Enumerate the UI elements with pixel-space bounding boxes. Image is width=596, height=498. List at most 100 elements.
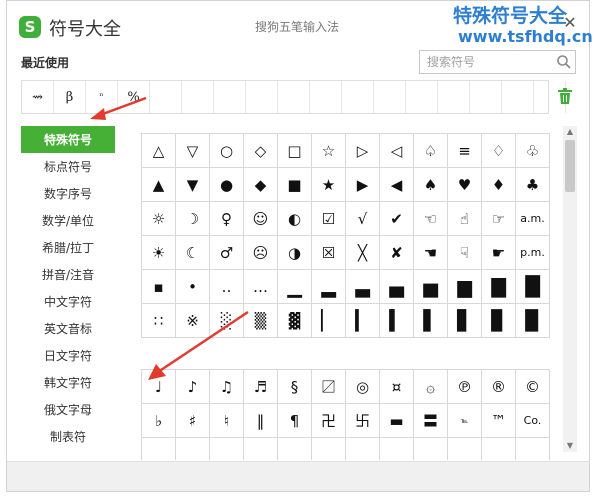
recent-symbol-cell[interactable] [246, 81, 278, 113]
symbol-cell[interactable]: ▲ [142, 168, 176, 202]
symbol-cell[interactable]: p.m. [516, 236, 550, 270]
category-item[interactable]: 制表符 [21, 423, 115, 450]
category-item[interactable]: 数学/单位 [21, 207, 115, 234]
symbol-cell[interactable]: ℗ [448, 370, 482, 404]
symbol-cell[interactable]: ▂ [312, 270, 346, 304]
symbol-cell[interactable]: ☞ [482, 202, 516, 236]
symbol-cell[interactable]: ‥ [210, 270, 244, 304]
symbol-cell[interactable]: □ [278, 134, 312, 168]
symbol-cell[interactable]: ® [482, 370, 516, 404]
symbol-cell[interactable]: ♠ [414, 168, 448, 202]
symbol-cell[interactable] [414, 438, 448, 460]
trash-icon[interactable] [557, 87, 573, 105]
symbol-cell[interactable]: ▅ [414, 270, 448, 304]
symbol-cell[interactable]: ✘ [380, 236, 414, 270]
symbol-cell[interactable]: ◐ [278, 202, 312, 236]
symbol-cell[interactable]: ♮ [210, 404, 244, 438]
symbol-cell[interactable]: ♀ [210, 202, 244, 236]
category-item[interactable]: 拼音/注音 [21, 261, 115, 288]
symbol-cell[interactable]: ☽ [176, 202, 210, 236]
recent-symbol-cell[interactable]: ⇝ [22, 81, 54, 113]
symbol-cell[interactable]: √ [346, 202, 380, 236]
symbol-cell[interactable]: ★ [312, 168, 346, 202]
symbol-cell[interactable]: ▼ [176, 168, 210, 202]
symbol-cell[interactable]: ♥ [448, 168, 482, 202]
symbol-cell[interactable]: ◑ [278, 236, 312, 270]
symbol-cell[interactable]: ♪ [176, 370, 210, 404]
symbol-cell[interactable]: • [176, 270, 210, 304]
symbol-cell[interactable]: ▷ [346, 134, 380, 168]
symbol-cell[interactable]: ○ [210, 134, 244, 168]
symbol-cell[interactable]: ▒ [244, 304, 278, 338]
symbol-cell[interactable] [482, 438, 516, 460]
symbol-cell[interactable]: Co. [516, 404, 550, 438]
symbol-cell[interactable]: © [516, 370, 550, 404]
symbol-cell[interactable]: ♢ [482, 134, 516, 168]
category-item[interactable]: 标点符号 [21, 153, 115, 180]
symbol-cell[interactable]: ♦ [482, 168, 516, 202]
symbol-cell[interactable]: ♭ [142, 404, 176, 438]
symbol-cell[interactable] [516, 438, 550, 460]
symbol-cell[interactable] [244, 438, 278, 460]
symbol-cell[interactable]: ▌ [414, 304, 448, 338]
symbol-cell[interactable]: ▆ [448, 270, 482, 304]
category-item[interactable]: 韩文字符 [21, 369, 115, 396]
symbol-cell[interactable]: ▽ [176, 134, 210, 168]
search-box[interactable] [419, 50, 576, 74]
recent-symbol-cell[interactable] [150, 81, 182, 113]
symbol-cell[interactable]: ♤ [414, 134, 448, 168]
scroll-thumb[interactable] [565, 140, 575, 192]
symbol-cell[interactable]: 卐 [346, 404, 380, 438]
symbol-cell[interactable]: ☛ [482, 236, 516, 270]
symbol-cell[interactable]: ▊ [482, 304, 516, 338]
recent-symbol-cell[interactable] [214, 81, 246, 113]
symbol-cell[interactable]: ∷ [142, 304, 176, 338]
symbol-cell[interactable] [176, 438, 210, 460]
symbol-cell[interactable]: ◆ [244, 168, 278, 202]
symbol-cell[interactable]: ▁ [278, 270, 312, 304]
category-item[interactable]: 数字序号 [21, 180, 115, 207]
symbol-cell[interactable]: ♣ [516, 168, 550, 202]
symbol-cell[interactable]: ☝ [448, 202, 482, 236]
recent-symbol-cell[interactable] [182, 81, 214, 113]
symbol-cell[interactable]: ☚ [414, 236, 448, 270]
category-item[interactable]: 俄文字母 [21, 396, 115, 423]
symbol-cell[interactable]: ▃ [346, 270, 380, 304]
symbol-cell[interactable] [278, 438, 312, 460]
symbol-cell[interactable]: ◎ [346, 370, 380, 404]
symbol-cell[interactable]: § [278, 370, 312, 404]
symbol-cell[interactable]: ☺ [244, 202, 278, 236]
symbol-cell[interactable]: … [244, 270, 278, 304]
symbol-cell[interactable]: 〼 [312, 370, 346, 404]
recent-symbol-cell[interactable] [342, 81, 374, 113]
symbol-cell[interactable]: ◀ [380, 168, 414, 202]
category-item[interactable]: 日文字符 [21, 342, 115, 369]
symbol-cell[interactable] [210, 438, 244, 460]
symbol-cell[interactable]: ☒ [312, 236, 346, 270]
recent-symbol-cell[interactable] [502, 81, 534, 113]
symbol-cell[interactable]: ≡ [448, 134, 482, 168]
symbol-cell[interactable]: 〓 [414, 404, 448, 438]
recent-symbol-cell[interactable] [310, 81, 342, 113]
category-item[interactable]: 中文字符 [21, 288, 115, 315]
symbol-cell[interactable]: █ [516, 270, 550, 304]
symbol-cell[interactable]: ☹ [244, 236, 278, 270]
symbol-cell[interactable]: ♩ [142, 370, 176, 404]
vertical-scrollbar[interactable]: ▲ ▼ [563, 126, 577, 452]
symbol-cell[interactable]: a.m. [516, 202, 550, 236]
symbol-cell[interactable]: ☜ [414, 202, 448, 236]
symbol-cell[interactable] [312, 438, 346, 460]
symbol-cell[interactable]: △ [142, 134, 176, 168]
symbol-cell[interactable]: ◁ [380, 134, 414, 168]
symbol-cell[interactable]: ▏ [312, 304, 346, 338]
recent-symbol-cell[interactable] [438, 81, 470, 113]
symbol-cell[interactable] [142, 438, 176, 460]
symbol-cell[interactable]: ▍ [380, 304, 414, 338]
symbol-cell[interactable]: ▋ [448, 304, 482, 338]
search-input[interactable] [420, 51, 550, 73]
scroll-down-arrow[interactable]: ▼ [563, 440, 577, 452]
symbol-cell[interactable]: ¤ [380, 370, 414, 404]
scroll-up-arrow[interactable]: ▲ [563, 126, 577, 138]
recent-symbol-cell[interactable]: β [54, 81, 86, 113]
symbol-cell[interactable]: ▇ [482, 270, 516, 304]
